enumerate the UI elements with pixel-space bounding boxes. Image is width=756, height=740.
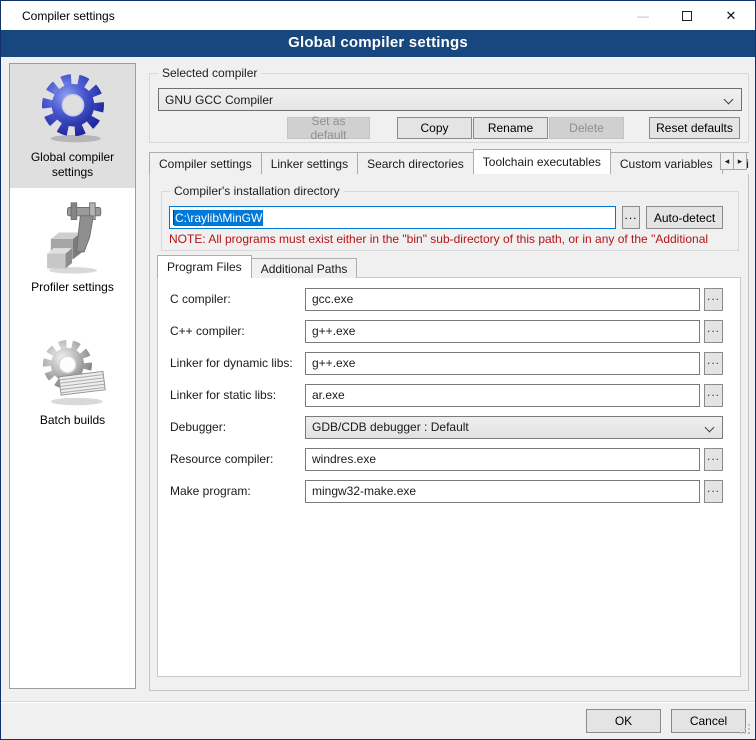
sidebar-item-label: Profiler settings bbox=[12, 280, 133, 295]
linker-for-static-libs-field: ar.exe... bbox=[305, 384, 723, 407]
reset-defaults-button[interactable]: Reset defaults bbox=[649, 117, 740, 139]
c-compiler-input[interactable]: g++.exe bbox=[305, 320, 700, 343]
tab-linker-settings[interactable]: Linker settings bbox=[261, 152, 358, 174]
linker-for-dynamic-libs-label: Linker for dynamic libs: bbox=[170, 356, 305, 370]
close-icon: ✕ bbox=[726, 8, 737, 24]
resource-compiler-browse-button[interactable]: ... bbox=[704, 448, 723, 471]
sidebar-item-label: Global compiler settings bbox=[12, 150, 133, 180]
debugger-value: GDB/CDB debugger : Default bbox=[312, 420, 469, 434]
close-button[interactable]: ✕ bbox=[711, 1, 751, 30]
paths-subtabstrip: Program FilesAdditional Paths bbox=[157, 255, 557, 278]
blue-gear-icon bbox=[36, 70, 110, 146]
delete-button: Delete bbox=[549, 117, 624, 139]
tab-custom-variables[interactable]: Custom variables bbox=[610, 152, 723, 174]
sidebar-item-batch-builds[interactable]: Batch builds bbox=[10, 327, 135, 436]
tab-scroll-buttons: ◂ ▸ bbox=[721, 152, 747, 170]
c-compiler-label: C++ compiler: bbox=[170, 324, 305, 338]
linker-for-static-libs-label: Linker for static libs: bbox=[170, 388, 305, 402]
selected-compiler-group: Selected compiler GNU GCC Compiler Set a… bbox=[149, 73, 749, 143]
sidebar-item-profiler-settings[interactable]: Profiler settings bbox=[10, 194, 135, 303]
debugger-label: Debugger: bbox=[170, 420, 305, 434]
linker-for-dynamic-libs-input[interactable]: g++.exe bbox=[305, 352, 700, 375]
tab-search-directories[interactable]: Search directories bbox=[357, 152, 474, 174]
auto-detect-button[interactable]: Auto-detect bbox=[646, 206, 723, 229]
c-compiler-browse-button[interactable]: ... bbox=[704, 320, 723, 343]
row-linker-for-dynamic-libs: Linker for dynamic libs:g++.exe... bbox=[170, 351, 723, 375]
c-compiler-browse-button[interactable]: ... bbox=[704, 288, 723, 311]
installation-directory-value: C:\raylib\MinGW bbox=[174, 210, 263, 226]
set-as-default-button: Set as default bbox=[287, 117, 370, 139]
window-title: Compiler settings bbox=[22, 9, 115, 23]
row-linker-for-static-libs: Linker for static libs:ar.exe... bbox=[170, 383, 723, 407]
arrow-left-icon: ◂ bbox=[725, 156, 730, 167]
row-c-compiler: C++ compiler:g++.exe... bbox=[170, 319, 723, 343]
title-bar: Compiler settings — ✕ bbox=[1, 1, 755, 30]
c-compiler-field: g++.exe... bbox=[305, 320, 723, 343]
tab-toolchain-executables[interactable]: Toolchain executables bbox=[473, 149, 611, 174]
resource-compiler-input[interactable]: windres.exe bbox=[305, 448, 700, 471]
selected-compiler-combobox[interactable]: GNU GCC Compiler bbox=[158, 88, 742, 111]
bin-subdirectory-note: NOTE: All programs must exist either in … bbox=[169, 232, 735, 246]
installation-directory-legend: Compiler's installation directory bbox=[170, 184, 344, 198]
gray-gear-stack-icon bbox=[36, 333, 110, 409]
make-program-browse-button[interactable]: ... bbox=[704, 480, 723, 503]
minimize-button[interactable]: — bbox=[623, 1, 663, 30]
debugger-dropdown[interactable]: GDB/CDB debugger : Default bbox=[305, 416, 723, 439]
linker-for-static-libs-input[interactable]: ar.exe bbox=[305, 384, 700, 407]
selected-compiler-legend: Selected compiler bbox=[158, 66, 261, 80]
installation-directory-input[interactable]: C:\raylib\MinGW bbox=[169, 206, 616, 229]
row-make-program: Make program:mingw32-make.exe... bbox=[170, 479, 723, 503]
make-program-field: mingw32-make.exe... bbox=[305, 480, 723, 503]
subtab-program-files[interactable]: Program Files bbox=[157, 255, 252, 278]
resource-compiler-label: Resource compiler: bbox=[170, 452, 305, 466]
compiler-settings-dialog: Compiler settings — ✕ Global compiler se… bbox=[0, 0, 756, 740]
ok-button[interactable]: OK bbox=[586, 709, 661, 733]
row-debugger: Debugger: GDB/CDB debugger : Default bbox=[170, 415, 723, 439]
tab-scroll-left-button[interactable]: ◂ bbox=[720, 152, 734, 170]
footer-divider bbox=[1, 701, 755, 703]
linker-for-dynamic-libs-field: g++.exe... bbox=[305, 352, 723, 375]
maximize-icon bbox=[682, 11, 692, 21]
tab-compiler-settings[interactable]: Compiler settings bbox=[149, 152, 262, 174]
linker-for-static-libs-browse-button[interactable]: ... bbox=[704, 384, 723, 407]
minimize-icon: — bbox=[637, 9, 649, 23]
sidebar-item-label: Batch builds bbox=[12, 413, 133, 428]
subtab-additional-paths[interactable]: Additional Paths bbox=[251, 258, 358, 278]
category-sidebar: Global compiler settings bbox=[9, 63, 136, 689]
program-files-rows: C compiler:gcc.exe...C++ compiler:g++.ex… bbox=[158, 278, 740, 503]
tab-scroll-right-button[interactable]: ▸ bbox=[733, 152, 747, 170]
linker-for-dynamic-libs-browse-button[interactable]: ... bbox=[704, 352, 723, 375]
debugger-field: GDB/CDB debugger : Default bbox=[305, 416, 723, 439]
row-resource-compiler: Resource compiler:windres.exe... bbox=[170, 447, 723, 471]
chevron-down-icon bbox=[705, 422, 715, 432]
installation-directory-browse-button[interactable]: ... bbox=[622, 206, 640, 229]
resource-compiler-field: windres.exe... bbox=[305, 448, 723, 471]
maximize-button[interactable] bbox=[667, 1, 707, 30]
caliper-tool-icon bbox=[36, 200, 110, 276]
c-compiler-field: gcc.exe... bbox=[305, 288, 723, 311]
selected-compiler-value: GNU GCC Compiler bbox=[165, 93, 273, 107]
row-c-compiler: C compiler:gcc.exe... bbox=[170, 287, 723, 311]
sidebar-item-global-compiler-settings[interactable]: Global compiler settings bbox=[10, 64, 135, 188]
make-program-input[interactable]: mingw32-make.exe bbox=[305, 480, 700, 503]
make-program-label: Make program: bbox=[170, 484, 305, 498]
c-compiler-label: C compiler: bbox=[170, 292, 305, 306]
rename-button[interactable]: Rename bbox=[473, 117, 548, 139]
cancel-button[interactable]: Cancel bbox=[671, 709, 746, 733]
copy-button[interactable]: Copy bbox=[397, 117, 472, 139]
settings-tabstrip: Compiler settingsLinker settingsSearch d… bbox=[149, 149, 749, 174]
program-files-page: C compiler:gcc.exe...C++ compiler:g++.ex… bbox=[157, 277, 741, 677]
resize-grip-icon[interactable] bbox=[748, 732, 750, 734]
c-compiler-input[interactable]: gcc.exe bbox=[305, 288, 700, 311]
arrow-right-icon: ▸ bbox=[738, 156, 743, 167]
chevron-down-icon bbox=[724, 95, 734, 105]
page-title: Global compiler settings bbox=[1, 30, 755, 57]
